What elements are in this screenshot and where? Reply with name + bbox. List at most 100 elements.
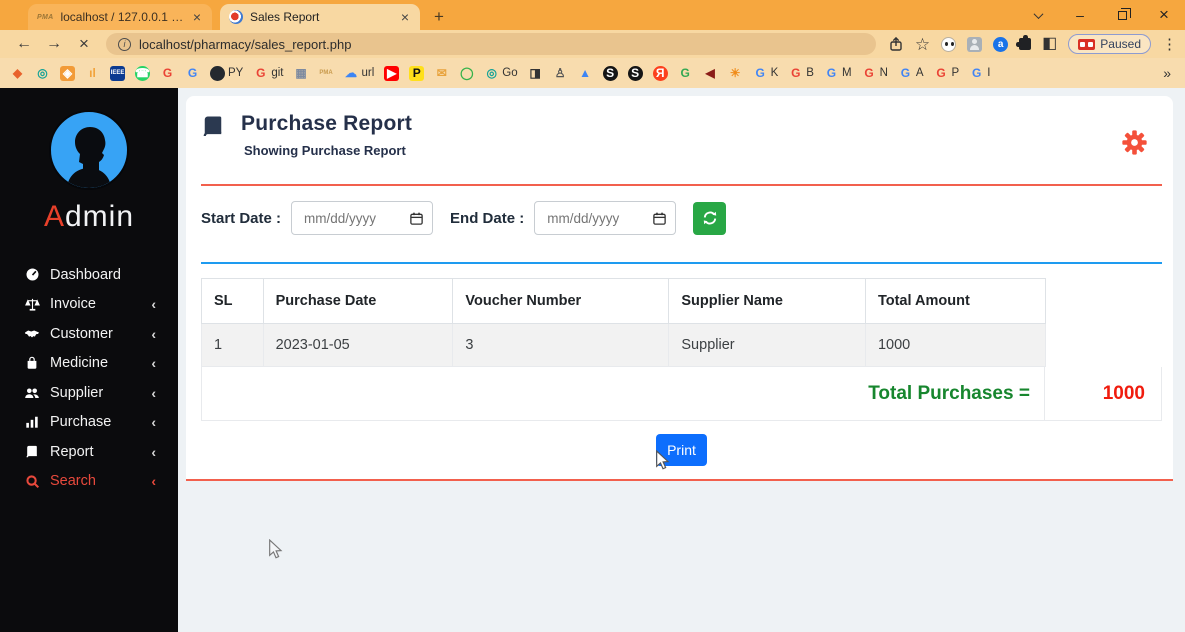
- bookmark-item[interactable]: ☎: [135, 66, 150, 81]
- chevron-left-icon: ‹: [151, 473, 156, 489]
- profile-icon[interactable]: ◧: [1042, 36, 1057, 52]
- bookmark-item[interactable]: ▶: [384, 66, 399, 81]
- stop-icon[interactable]: ×: [72, 34, 96, 54]
- address-bar[interactable]: i localhost/pharmacy/sales_report.php: [106, 33, 876, 55]
- tab-title: Sales Report: [250, 10, 392, 24]
- bookmark-star-icon[interactable]: ☆: [915, 36, 930, 53]
- divider-red: [201, 184, 1162, 186]
- bookmark-item[interactable]: S: [628, 66, 643, 81]
- start-date-field[interactable]: [304, 211, 409, 226]
- bookmark-favicon: G: [788, 66, 803, 81]
- bookmark-favicon: G: [160, 66, 175, 81]
- sidebar-item-medicine[interactable]: Medicine ‹: [22, 349, 178, 379]
- end-date-input[interactable]: [534, 201, 676, 235]
- site-info-icon[interactable]: i: [118, 38, 131, 51]
- bookmark-item[interactable]: ☁url: [344, 66, 375, 81]
- tab-close-icon[interactable]: ×: [191, 10, 203, 24]
- bookmark-item[interactable]: PY: [210, 66, 243, 81]
- settings-gear-icon[interactable]: [1121, 129, 1148, 156]
- bookmark-favicon: ☎: [135, 66, 150, 81]
- col-header-sl: SL: [202, 279, 264, 324]
- bookmark-item[interactable]: PMA: [319, 66, 334, 81]
- bookmark-item[interactable]: GM: [824, 66, 852, 81]
- bookmark-item[interactable]: Я: [653, 66, 668, 81]
- sidebar-item-invoice[interactable]: Invoice ‹: [22, 290, 178, 320]
- bookmark-item[interactable]: ◨: [528, 66, 543, 81]
- browser-window: PMA localhost / 127.0.0.1 / pharmacy × S…: [0, 0, 1185, 632]
- chevron-left-icon: ‹: [151, 414, 156, 430]
- bookmarks-overflow-icon[interactable]: »: [1159, 65, 1175, 81]
- end-date-field[interactable]: [547, 211, 652, 226]
- sidebar-item-customer[interactable]: Customer ‹: [22, 319, 178, 349]
- bookmark-item[interactable]: ◀: [703, 66, 718, 81]
- phpmyadmin-icon: PMA: [37, 14, 53, 21]
- bookmark-item[interactable]: ▦: [294, 66, 309, 81]
- gauge-icon: [22, 267, 42, 282]
- calendar-icon[interactable]: [652, 211, 667, 226]
- bookmark-item[interactable]: ◆: [10, 66, 25, 81]
- bookmark-item[interactable]: ◈: [60, 66, 75, 81]
- window-menu-icon[interactable]: [1017, 0, 1059, 30]
- tab-sales-report[interactable]: Sales Report ×: [220, 4, 420, 30]
- bookmark-item[interactable]: P: [409, 66, 424, 81]
- bookmark-favicon: ◎: [35, 66, 50, 81]
- tab-close-icon[interactable]: ×: [399, 10, 411, 24]
- bookmark-item[interactable]: ◎: [35, 66, 50, 81]
- bookmark-item[interactable]: G: [185, 66, 200, 81]
- restore-icon[interactable]: [1101, 0, 1143, 30]
- bookmark-item[interactable]: GI: [969, 66, 990, 81]
- close-icon[interactable]: ×: [1143, 0, 1185, 30]
- tab-phpmyadmin[interactable]: PMA localhost / 127.0.0.1 / pharmacy ×: [28, 4, 212, 30]
- sidebar-item-supplier[interactable]: Supplier ‹: [22, 378, 178, 408]
- bookmark-favicon: S: [603, 66, 618, 81]
- bookmark-label: M: [842, 67, 852, 79]
- bookmark-item[interactable]: GN: [862, 66, 888, 81]
- bookmark-item[interactable]: GB: [788, 66, 814, 81]
- bookmark-favicon: ▶: [384, 66, 399, 81]
- bookmark-favicon: ♙: [553, 66, 568, 81]
- sidebar-item-dashboard[interactable]: Dashboard ‹: [22, 260, 178, 290]
- bookmark-label: url: [362, 67, 375, 79]
- total-row: Total Purchases = 1000: [201, 367, 1162, 421]
- calendar-icon[interactable]: [409, 211, 424, 226]
- refresh-button[interactable]: [693, 202, 726, 235]
- sidebar-item-search[interactable]: Search ‹: [22, 467, 178, 497]
- bookmark-item[interactable]: S: [603, 66, 618, 81]
- bookmark-item[interactable]: G: [678, 66, 693, 81]
- start-date-input[interactable]: [291, 201, 433, 235]
- bookmark-item[interactable]: GK: [753, 66, 779, 81]
- print-button[interactable]: Print: [656, 434, 707, 466]
- bookmark-item[interactable]: ◯: [459, 66, 474, 81]
- extension-person-icon[interactable]: [967, 37, 982, 52]
- cell-sl: 1: [202, 324, 264, 367]
- sync-paused-button[interactable]: Paused: [1068, 34, 1151, 54]
- bookmark-item[interactable]: Ggit: [253, 66, 283, 81]
- bookmark-favicon: ◯: [459, 66, 474, 81]
- purchase-report-table: SL Purchase Date Voucher Number Supplier…: [201, 278, 1046, 367]
- bookmark-item[interactable]: ♙: [553, 66, 568, 81]
- minimize-icon[interactable]: –: [1059, 0, 1101, 30]
- admin-avatar: [49, 110, 129, 190]
- bookmark-item[interactable]: GP: [934, 66, 960, 81]
- sidebar-item-report[interactable]: Report ‹: [22, 437, 178, 467]
- share-icon[interactable]: [888, 36, 904, 52]
- bookmark-item[interactable]: IEEE: [110, 66, 125, 81]
- bookmark-item[interactable]: ◎Go: [484, 66, 517, 81]
- bookmark-item[interactable]: ▲: [578, 66, 593, 81]
- bookmark-item[interactable]: ıl: [85, 66, 100, 81]
- new-tab-button[interactable]: +: [426, 4, 452, 30]
- forward-icon[interactable]: →: [42, 35, 66, 53]
- extension-panda-icon[interactable]: [941, 37, 956, 52]
- bookmark-item[interactable]: ✉: [434, 66, 449, 81]
- sidebar-item-purchase[interactable]: Purchase ‹: [22, 408, 178, 438]
- kebab-menu-icon[interactable]: ⋮: [1162, 37, 1177, 52]
- extension-a-icon[interactable]: a: [993, 37, 1008, 52]
- bookmark-item[interactable]: G: [160, 66, 175, 81]
- back-icon[interactable]: ←: [12, 35, 36, 53]
- users-icon: [22, 385, 42, 401]
- bookmark-item[interactable]: GA: [898, 66, 924, 81]
- bookmark-label: N: [880, 67, 888, 79]
- bookmark-item[interactable]: ☀: [728, 66, 743, 81]
- extensions-puzzle-icon[interactable]: [1019, 38, 1031, 50]
- report-book-icon: [201, 115, 225, 139]
